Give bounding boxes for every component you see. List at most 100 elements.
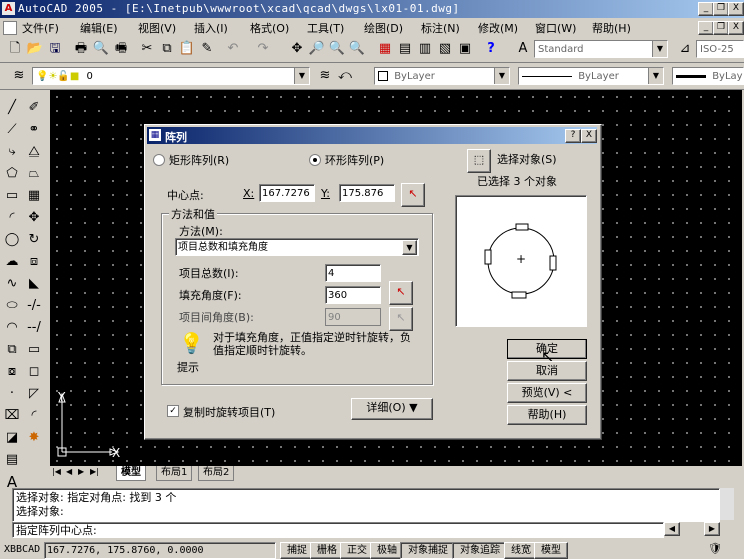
erase-icon[interactable]: ✐ — [24, 98, 44, 118]
detail-button[interactable]: 详细(O) ▼ — [351, 398, 433, 420]
paste-icon[interactable]: 📋 — [178, 40, 196, 58]
menu-view[interactable]: 视图(V) — [138, 20, 176, 36]
color-combo[interactable]: ByLayer ▼ — [374, 67, 510, 85]
osnap-toggle[interactable]: 对象捕捉 — [400, 542, 456, 559]
scroll-left-icon[interactable]: ◀ — [664, 522, 680, 536]
properties-icon[interactable]: ▦ — [376, 40, 394, 58]
lineweight-combo[interactable]: ByLayer — [672, 67, 744, 85]
menu-modify[interactable]: 修改(M) — [478, 20, 518, 36]
dialog-help-button[interactable]: ? — [565, 129, 581, 143]
text-style-combo[interactable]: Standard ▼ — [534, 40, 668, 58]
spline-icon[interactable]: ∿ — [2, 274, 22, 294]
plot-preview-icon[interactable]: 🔍 — [92, 40, 110, 58]
layer-manager-icon[interactable]: ≋ — [10, 67, 28, 85]
dialog-close-button[interactable]: X — [581, 129, 597, 143]
chevron-down-icon[interactable]: ▼ — [294, 68, 309, 84]
tab-layout1[interactable]: 布局1 — [156, 466, 193, 481]
make-block-icon[interactable]: ⧇ — [2, 362, 22, 382]
copy-icon[interactable]: ⧉ — [158, 40, 176, 58]
array-icon[interactable]: ▦ — [24, 186, 44, 206]
layer-previous-icon[interactable]: ⤺ — [336, 67, 354, 85]
menu-tools[interactable]: 工具(T) — [307, 20, 344, 36]
zoom-previous-icon[interactable]: 🔍 — [348, 40, 366, 58]
preview-button[interactable]: 预览(V) < — [507, 383, 587, 403]
pick-center-button[interactable]: ↖ — [401, 183, 425, 207]
linetype-combo[interactable]: ByLayer ▼ — [518, 67, 664, 85]
fill-angle-input[interactable]: 360 — [325, 286, 381, 304]
line-icon[interactable]: ╱ — [2, 98, 22, 118]
polar-toggle[interactable]: 极轴 — [370, 542, 404, 559]
tab-nav-last[interactable]: ▶| — [90, 467, 102, 479]
design-center-icon[interactable]: ▤ — [396, 40, 414, 58]
make-current-layer-icon[interactable]: ≋ — [316, 67, 334, 85]
trim-icon[interactable]: -/- — [24, 296, 44, 316]
command-input[interactable] — [12, 522, 664, 538]
doc-minimize-button[interactable]: _ — [698, 21, 714, 35]
menu-edit[interactable]: 编辑(E) — [80, 20, 118, 36]
offset-icon[interactable]: ⏢ — [24, 164, 44, 184]
region-icon[interactable]: ◪ — [2, 428, 22, 448]
revision-cloud-icon[interactable]: ☁ — [2, 252, 22, 272]
markup-icon[interactable]: ▣ — [456, 40, 474, 58]
chevron-down-icon[interactable]: ▼ — [402, 240, 417, 255]
fillet-icon[interactable]: ◜ — [24, 406, 44, 426]
tab-nav-prev[interactable]: ◀ — [66, 467, 76, 479]
rectangle-icon[interactable]: ▭ — [2, 186, 22, 206]
polygon-icon[interactable]: ⬠ — [2, 164, 22, 184]
scale-icon[interactable]: ⧈ — [24, 252, 44, 272]
print-icon[interactable]: 🖶 — [72, 40, 90, 58]
match-properties-icon[interactable]: ✎ — [198, 40, 216, 58]
chevron-down-icon[interactable]: ▼ — [648, 68, 663, 84]
mirror-icon[interactable]: ⧋ — [24, 142, 44, 162]
rotate-items-label[interactable]: 复制时旋转项目(T) — [183, 404, 275, 420]
menu-draw[interactable]: 绘图(D) — [364, 20, 403, 36]
break-icon[interactable]: ◻ — [24, 362, 44, 382]
dim-style-icon[interactable]: ⊿ — [676, 40, 694, 58]
stretch-icon[interactable]: ◣ — [24, 274, 44, 294]
rect-array-radio[interactable] — [153, 154, 165, 166]
menu-file[interactable]: 文件(F) — [22, 20, 59, 36]
move-icon[interactable]: ✥ — [24, 208, 44, 228]
chamfer-icon[interactable]: ◸ — [24, 384, 44, 404]
tool-palettes-icon[interactable]: ▥ — [416, 40, 434, 58]
otrack-toggle[interactable]: 对象追踪 — [452, 542, 508, 559]
table-icon[interactable]: ▤ — [2, 450, 22, 470]
chevron-down-icon[interactable]: ▼ — [652, 41, 667, 57]
new-icon[interactable]: 🗋 — [6, 40, 24, 58]
polar-array-label[interactable]: 环形阵列(P) — [325, 152, 384, 168]
snap-toggle[interactable]: 捕捉 — [280, 542, 314, 559]
ellipse-icon[interactable]: ⬭ — [2, 296, 22, 316]
pan-icon[interactable]: ✥ — [288, 40, 306, 58]
layer-combo[interactable]: 💡☀🔓■ 0 ▼ — [32, 67, 310, 85]
cancel-button[interactable]: 取消 — [507, 361, 587, 381]
tab-layout2[interactable]: 布局2 — [198, 466, 235, 481]
tab-nav-first[interactable]: |◀ — [52, 467, 62, 479]
arc-icon[interactable]: ◜ — [2, 208, 22, 228]
chevron-down-icon[interactable]: ▼ — [494, 68, 509, 84]
text-style-icon[interactable]: A — [514, 40, 532, 58]
point-icon[interactable]: · — [2, 384, 22, 404]
rect-array-label[interactable]: 矩形阵列(R) — [169, 152, 229, 168]
polar-array-radio[interactable] — [309, 154, 321, 166]
hatch-icon[interactable]: ⌧ — [2, 406, 22, 426]
open-icon[interactable]: 📂 — [26, 40, 44, 58]
insert-block-icon[interactable]: ⧉ — [2, 340, 22, 360]
doc-close-button[interactable]: X — [728, 21, 744, 35]
model-toggle[interactable]: 模型 — [534, 542, 568, 559]
help-icon[interactable]: ? — [482, 40, 500, 58]
rotate-icon[interactable]: ↻ — [24, 230, 44, 250]
construction-line-icon[interactable]: ⟋ — [2, 120, 22, 140]
tray-settings-icon[interactable]: 🛡 — [708, 542, 726, 557]
command-scrollbar[interactable] — [720, 488, 734, 520]
menu-help[interactable]: 帮助(H) — [592, 20, 631, 36]
ortho-toggle[interactable]: 正交 — [340, 542, 374, 559]
dim-style-combo[interactable]: ISO-25 — [696, 40, 744, 58]
minimize-button[interactable]: _ — [698, 2, 714, 16]
restore-button[interactable]: ❐ — [713, 2, 729, 16]
tab-nav-next[interactable]: ▶ — [78, 467, 88, 479]
doc-restore-button[interactable]: ❐ — [713, 21, 729, 35]
help-button[interactable]: 帮助(H) — [507, 405, 587, 425]
grid-toggle[interactable]: 栅格 — [310, 542, 344, 559]
menu-dimension[interactable]: 标注(N) — [421, 20, 460, 36]
pick-fill-angle-button[interactable]: ↖ — [389, 281, 413, 305]
